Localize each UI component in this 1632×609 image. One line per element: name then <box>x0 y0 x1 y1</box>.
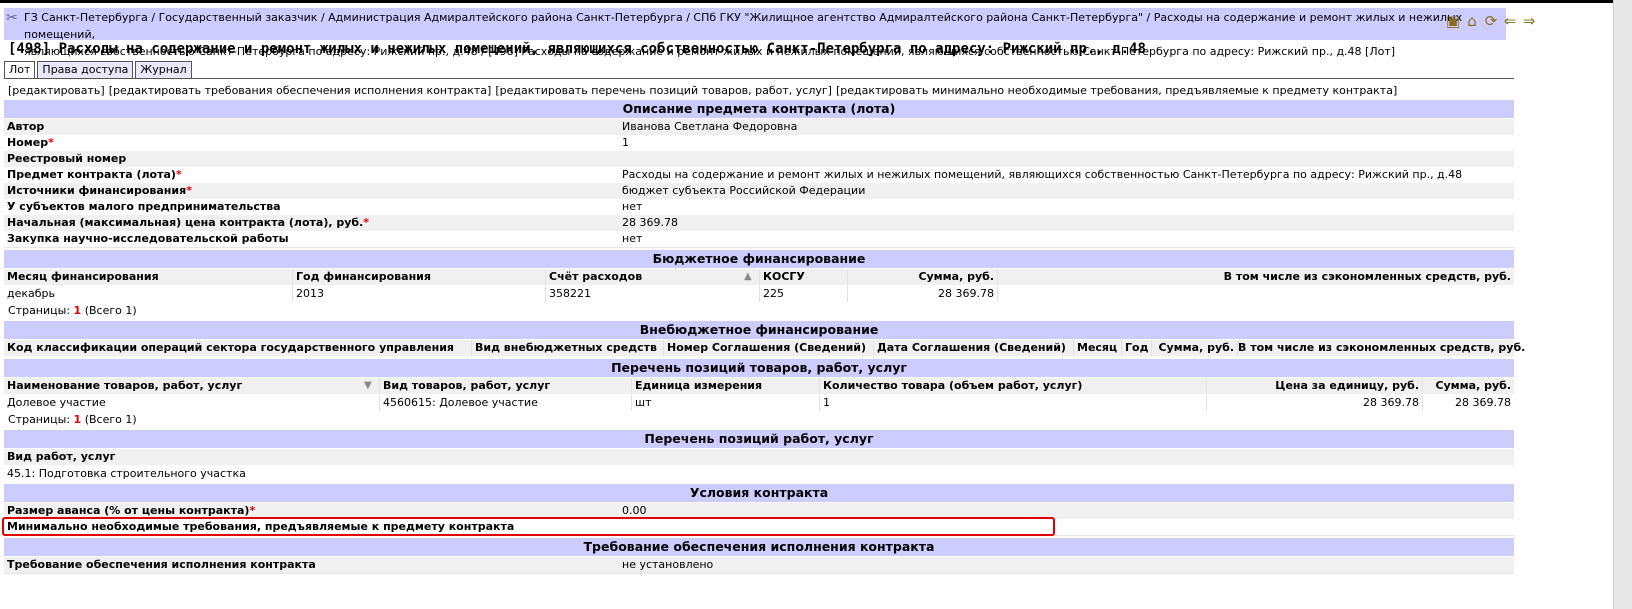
page-link[interactable]: 1 <box>74 413 82 426</box>
tab-journal[interactable]: Журнал <box>135 61 192 79</box>
field-label: Реестровый номер <box>7 152 127 165</box>
extrabudget-table-header: Код классификации операций сектора госуд… <box>4 340 1525 356</box>
column-header[interactable]: Сумма, руб. <box>848 269 998 285</box>
section-conditions-header: Условия контракта <box>4 484 1514 502</box>
table-row: декабрь 2013 358221 225 28 369.78 <box>4 286 1514 302</box>
column-header[interactable]: Вид работ, услуг <box>4 449 1514 465</box>
column-header[interactable]: Вид товаров, работ, услуг <box>380 378 632 394</box>
field-value: нет <box>622 200 643 213</box>
column-header[interactable]: Сумма, руб. <box>1423 378 1514 394</box>
field-row-research: Закупка научно-исследовательской работы … <box>4 231 1514 248</box>
column-header[interactable]: В том числе из сэкономленных средств, ру… <box>998 269 1514 285</box>
section-subject-header: Описание предмета контракта (лота) <box>4 100 1514 118</box>
field-row-initial-price: Начальная (максимальная) цена контракта … <box>4 215 1514 232</box>
field-row-number: Номер* 1 <box>4 135 1514 152</box>
app-logo-icon: ✂ <box>6 10 18 26</box>
field-value: нет <box>622 232 643 245</box>
action-links: [редактировать] [редактировать требования… <box>8 83 1401 99</box>
table-row: Долевое участие 4560615: Долевое участие… <box>4 395 1514 411</box>
budget-table-header: Месяц финансирования Год финансирования … <box>4 269 1514 285</box>
edit-link[interactable]: [редактировать] <box>8 84 105 97</box>
pagination: Страницы: 1 (Всего 1) <box>8 304 137 317</box>
field-row-author: Автор Иванова Светлана Федоровна <box>4 119 1514 136</box>
column-header[interactable]: В том числе из сэкономленных средств, ру… <box>1238 340 1525 356</box>
edit-guarantee-link[interactable]: [редактировать требования обеспечения ис… <box>109 84 492 97</box>
column-header[interactable]: Количество товара (объем работ, услуг) <box>820 378 1207 394</box>
field-value: 1 <box>622 136 629 149</box>
folder-icon[interactable]: ▣ <box>1444 12 1462 30</box>
table-row: 45.1: Подготовка строительного участка <box>4 466 1514 482</box>
back-icon[interactable]: ⇐ <box>1501 12 1519 30</box>
field-value: бюджет субъекта Российской Федерации <box>622 184 866 197</box>
forward-icon[interactable]: ⇒ <box>1520 12 1538 30</box>
breadcrumb-line-1[interactable]: ГЗ Санкт-Петербурга / Государственный за… <box>24 9 1502 43</box>
sort-up-icon[interactable]: ▲ <box>744 269 752 285</box>
page-link[interactable]: 1 <box>74 304 82 317</box>
field-label: Закупка научно-исследовательской работы <box>7 232 289 245</box>
section-extrabudget-header: Внебюджетное финансирование <box>4 321 1514 339</box>
field-value: не установлено <box>622 558 714 571</box>
field-row-guarantee: Требование обеспечения исполнения контра… <box>4 557 1514 574</box>
field-label: Предмет контракта (лота)* <box>7 168 182 181</box>
column-header[interactable]: Месяц <box>1074 340 1122 356</box>
column-header[interactable]: Дата Соглашения (Сведений) <box>874 340 1074 356</box>
highlight-box <box>2 517 1055 536</box>
field-value: 28 369.78 <box>622 216 678 229</box>
vertical-scrollbar[interactable] <box>1613 0 1632 609</box>
field-label: Номер* <box>7 136 54 149</box>
tab-access-rights[interactable]: Права доступа <box>37 61 134 79</box>
column-header[interactable]: Единица измерения <box>632 378 820 394</box>
field-row-small-business: У субъектов малого предпринимательства н… <box>4 199 1514 216</box>
column-header[interactable]: Год финансирования <box>293 269 546 285</box>
edit-goods-link[interactable]: [редактировать перечень позиций товаров,… <box>495 84 832 97</box>
field-value: Иванова Светлана Федоровна <box>622 120 798 133</box>
field-row-funding-source: Источники финансирования* бюджет субъект… <box>4 183 1514 200</box>
section-goods-header: Перечень позиций товаров, работ, услуг <box>4 359 1514 377</box>
goods-table-header: Наименование товаров, работ, услуг ▼ Вид … <box>4 378 1514 394</box>
pagination: Страницы: 1 (Всего 1) <box>8 413 137 426</box>
column-header[interactable]: Сумма, руб. <box>1152 340 1238 356</box>
column-header[interactable]: Счёт расходов ▲ <box>546 269 760 285</box>
field-row-subject: Предмет контракта (лота)* Расходы на сод… <box>4 167 1514 184</box>
sort-down-icon[interactable]: ▼ <box>364 378 372 394</box>
column-header[interactable]: Год <box>1122 340 1152 356</box>
works-table-header: Вид работ, услуг <box>4 449 1514 465</box>
field-value: Расходы на содержание и ремонт жилых и н… <box>622 168 1463 181</box>
field-label: Автор <box>7 120 45 133</box>
column-header[interactable]: Наименование товаров, работ, услуг ▼ <box>4 378 380 394</box>
column-header[interactable]: Номер Соглашения (Сведений) <box>664 340 874 356</box>
tab-bar: Лот Права доступа Журнал <box>4 61 194 79</box>
edit-requirements-link[interactable]: [редактировать минимально необходимые тр… <box>836 84 1397 97</box>
section-guarantee-header: Требование обеспечения исполнения контра… <box>4 538 1514 556</box>
field-label: У субъектов малого предпринимательства <box>7 200 281 213</box>
refresh-icon[interactable]: ⟳ <box>1482 12 1500 30</box>
field-label: Начальная (максимальная) цена контракта … <box>7 216 370 229</box>
section-works-header: Перечень позиций работ, услуг <box>4 430 1514 448</box>
field-label: Требование обеспечения исполнения контра… <box>7 558 316 571</box>
page-title: [498] Расходы на содержание и ремонт жил… <box>8 41 1146 57</box>
tab-lot[interactable]: Лот <box>4 61 36 79</box>
column-header[interactable]: Месяц финансирования <box>4 269 293 285</box>
section-budget-header: Бюджетное финансирование <box>4 250 1514 268</box>
column-header[interactable]: Вид внебюджетных средств <box>472 340 664 356</box>
column-header[interactable]: Код классификации операций сектора госуд… <box>4 340 472 356</box>
column-header[interactable]: Цена за единицу, руб. <box>1207 378 1423 394</box>
field-label: Источники финансирования* <box>7 184 192 197</box>
home-icon[interactable]: ⌂ <box>1463 12 1481 30</box>
tab-divider <box>4 78 1514 79</box>
column-header[interactable]: КОСГУ <box>760 269 848 285</box>
field-row-registry-number: Реестровый номер <box>4 151 1514 168</box>
